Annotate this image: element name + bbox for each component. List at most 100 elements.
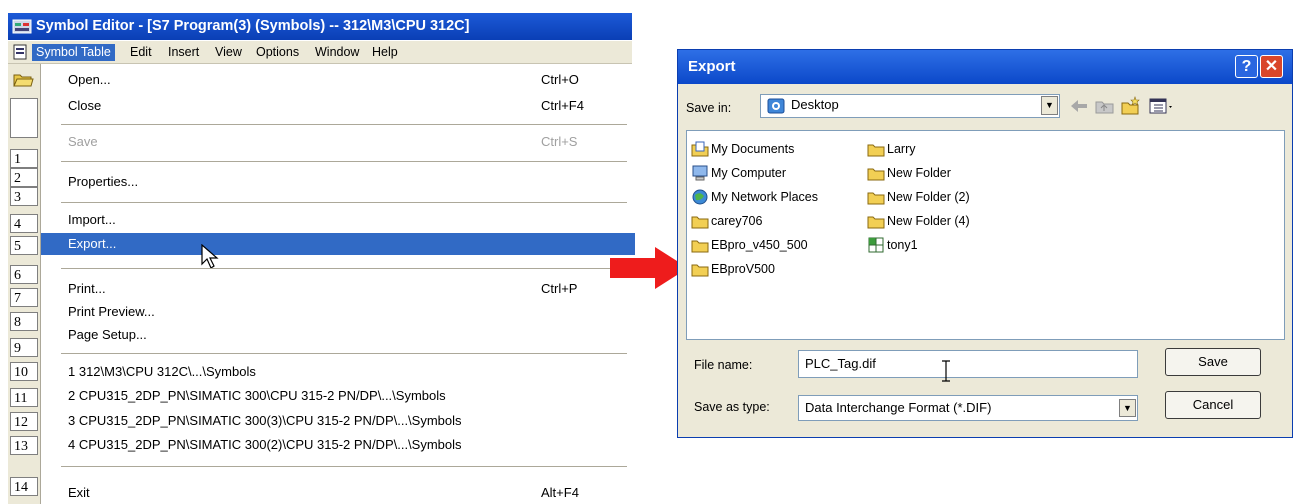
help-button[interactable]: ? xyxy=(1235,55,1258,78)
menu-item-recent-4[interactable]: 4 CPU315_2DP_PN\SIMATIC 300(2)\CPU 315-2… xyxy=(41,434,635,456)
save-in-dropdown[interactable]: Desktop ▼ xyxy=(760,94,1060,118)
symbol-table-row-header: 1 2 3 4 5 6 7 8 9 10 11 12 13 14 xyxy=(8,64,40,504)
save-as-type-label: Save as type: xyxy=(694,400,770,414)
save-in-value: Desktop xyxy=(791,97,839,112)
menu-item-label: Properties... xyxy=(68,174,139,189)
menu-item-label: Open... xyxy=(68,72,111,87)
file-item-label: Larry xyxy=(887,142,916,156)
menu-item-label: Close xyxy=(68,98,102,113)
editor-title-bar: Symbol Editor - [S7 Program(3) (Symbols)… xyxy=(8,13,632,40)
file-item-label: EBproV500 xyxy=(711,262,775,276)
file-name-input[interactable]: PLC_Tag.dif xyxy=(798,350,1138,378)
menu-item-import[interactable]: Import... xyxy=(41,209,635,231)
table-corner-cell xyxy=(10,98,38,138)
save-as-type-value: Data Interchange Format (*.DIF) xyxy=(805,400,992,415)
row-number: 8 xyxy=(10,312,38,331)
my-computer-icon xyxy=(692,165,708,181)
folder-icon xyxy=(867,216,885,229)
editor-title: Symbol Editor - [S7 Program(3) (Symbols)… xyxy=(36,18,470,34)
file-item-label: New Folder (2) xyxy=(887,190,970,204)
view-menu-icon[interactable] xyxy=(1148,96,1176,116)
file-item-label: My Computer xyxy=(711,166,787,180)
menu-item-label: Print Preview... xyxy=(68,304,155,319)
menu-item-label: 4 CPU315_2DP_PN\SIMATIC 300(2)\CPU 315-2… xyxy=(68,437,462,452)
my-documents-icon xyxy=(691,141,709,157)
menu-help[interactable]: Help xyxy=(368,44,402,61)
menu-item-save: Save Ctrl+S xyxy=(41,131,635,153)
menu-item-label: Print... xyxy=(68,281,106,296)
close-button[interactable]: ✕ xyxy=(1260,55,1283,78)
menu-separator xyxy=(61,124,627,125)
mouse-pointer-icon xyxy=(201,244,219,269)
row-number: 7 xyxy=(10,288,38,307)
row-number: 3 xyxy=(10,187,38,206)
menu-item-open[interactable]: Open... Ctrl+O xyxy=(41,69,635,91)
file-item-label: EBpro_v450_500 xyxy=(711,238,808,252)
file-item-label: carey706 xyxy=(711,214,763,228)
menu-item-label: Exit xyxy=(68,485,90,500)
menu-item-recent-3[interactable]: 3 CPU315_2DP_PN\SIMATIC 300(3)\CPU 315-2… xyxy=(41,410,635,432)
menu-separator xyxy=(61,466,627,467)
menu-item-properties[interactable]: Properties... xyxy=(41,171,635,193)
menu-item-label: Page Setup... xyxy=(68,327,147,342)
spreadsheet-file-icon xyxy=(868,237,884,253)
menu-item-label: 3 CPU315_2DP_PN\SIMATIC 300(3)\CPU 315-2… xyxy=(68,413,462,428)
cancel-button[interactable]: Cancel xyxy=(1165,391,1261,419)
folder-icon xyxy=(691,216,709,229)
up-folder-icon[interactable] xyxy=(1094,96,1116,116)
file-item-label: tony1 xyxy=(887,238,918,252)
file-list[interactable]: My Documents My Computer My Network Plac… xyxy=(686,130,1285,340)
row-number: 12 xyxy=(10,412,38,431)
menu-item-recent-2[interactable]: 2 CPU315_2DP_PN\SIMATIC 300\CPU 315-2 PN… xyxy=(41,385,635,407)
open-folder-icon[interactable] xyxy=(12,70,34,88)
row-number: 14 xyxy=(10,477,38,496)
menu-item-shortcut: Alt+F4 xyxy=(541,485,579,500)
file-item-label: My Network Places xyxy=(711,190,818,204)
row-number: 9 xyxy=(10,338,38,357)
menu-item-shortcut: Ctrl+F4 xyxy=(541,98,584,113)
menu-options[interactable]: Options xyxy=(252,44,303,61)
row-number: 6 xyxy=(10,265,38,284)
dialog-title: Export xyxy=(688,58,736,75)
chevron-down-icon[interactable]: ▼ xyxy=(1041,96,1058,115)
text-cursor-icon xyxy=(942,360,950,382)
menu-edit[interactable]: Edit xyxy=(126,44,156,61)
folder-icon xyxy=(867,192,885,205)
new-folder-icon[interactable] xyxy=(1120,96,1142,116)
menu-item-label: Import... xyxy=(68,212,116,227)
back-arrow-icon[interactable] xyxy=(1068,96,1090,116)
menu-insert[interactable]: Insert xyxy=(164,44,203,61)
menu-symbol-table[interactable]: Symbol Table xyxy=(32,44,115,61)
menu-separator xyxy=(61,161,627,162)
menu-item-export[interactable]: Export... xyxy=(41,233,635,255)
row-number: 10 xyxy=(10,362,38,381)
save-as-type-dropdown[interactable]: Data Interchange Format (*.DIF) ▼ xyxy=(798,395,1138,421)
dialog-title-bar: Export ? ✕ xyxy=(678,50,1292,84)
symbol-editor-window: Symbol Editor - [S7 Program(3) (Symbols)… xyxy=(8,13,635,504)
editor-menubar: Symbol Table Edit Insert View Options Wi… xyxy=(8,41,632,64)
menu-item-label: Export... xyxy=(68,236,117,251)
menu-item-print-preview[interactable]: Print Preview... xyxy=(41,301,635,323)
save-button[interactable]: Save xyxy=(1165,348,1261,376)
row-number: 1 xyxy=(10,149,38,168)
menu-window[interactable]: Window xyxy=(311,44,363,61)
menu-item-recent-1[interactable]: 1 312\M3\CPU 312C\...\Symbols xyxy=(41,361,635,383)
menu-item-close[interactable]: Close Ctrl+F4 xyxy=(41,95,635,117)
row-number: 11 xyxy=(10,388,38,407)
menu-item-page-setup[interactable]: Page Setup... xyxy=(41,324,635,346)
menu-item-print[interactable]: Print... Ctrl+P xyxy=(41,278,635,300)
file-item-label: New Folder xyxy=(887,166,951,180)
desktop-icon xyxy=(767,98,785,114)
export-dialog: Export ? ✕ Save in: Desktop ▼ My Documen… xyxy=(677,49,1293,438)
folder-icon xyxy=(691,240,709,253)
menu-item-exit[interactable]: Exit Alt+F4 xyxy=(41,482,635,504)
menu-item-label: 1 312\M3\CPU 312C\...\Symbols xyxy=(68,364,256,379)
menu-separator xyxy=(61,202,627,203)
menu-view[interactable]: View xyxy=(211,44,246,61)
menu-item-label: 2 CPU315_2DP_PN\SIMATIC 300\CPU 315-2 PN… xyxy=(68,388,446,403)
file-item-label: My Documents xyxy=(711,142,795,156)
document-icon[interactable] xyxy=(12,44,30,60)
chevron-down-icon[interactable]: ▼ xyxy=(1119,399,1136,417)
file-item-label: New Folder (4) xyxy=(887,214,970,228)
row-number: 13 xyxy=(10,436,38,455)
